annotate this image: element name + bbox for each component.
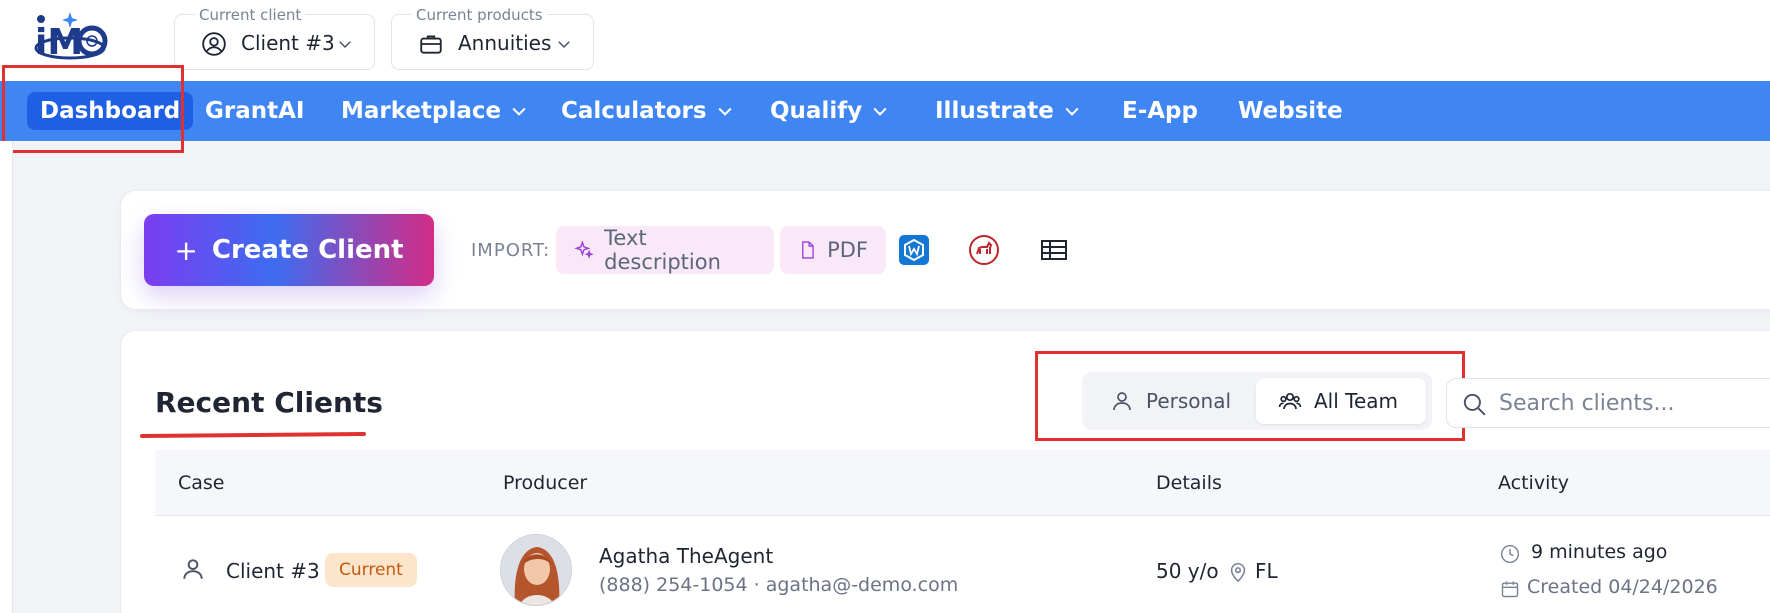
- imo-logo[interactable]: iM: [30, 8, 110, 66]
- producer-name: Agatha TheAgent: [599, 544, 774, 568]
- toggle-personal[interactable]: Personal: [1088, 378, 1260, 424]
- sparkles-icon: [574, 240, 594, 259]
- file-icon: [802, 241, 814, 259]
- users-icon: [1278, 392, 1302, 410]
- column-header-activity[interactable]: Activity: [1498, 472, 1569, 494]
- current-client-caption: Current client: [195, 6, 306, 24]
- nav-item-label: E-App: [1122, 98, 1198, 124]
- toggle-all-team[interactable]: All Team: [1256, 378, 1426, 424]
- user-icon: [1113, 392, 1131, 411]
- created-date: Created 04/24/2026: [1527, 576, 1718, 598]
- nav-item-marketplace[interactable]: Marketplace: [341, 81, 529, 141]
- import-label: IMPORT:: [471, 240, 551, 261]
- nav-item-dashboard[interactable]: Dashboard: [27, 81, 194, 141]
- column-header-details[interactable]: Details: [1156, 472, 1222, 494]
- chevron-down-icon: [1065, 107, 1079, 116]
- nav-item-label: Qualify: [770, 98, 863, 124]
- status-badge: Current: [325, 553, 417, 587]
- wealthbox-icon[interactable]: [898, 234, 930, 266]
- main-nav: Dashboard GrantAI Marketplace Calculator…: [0, 81, 1770, 141]
- search-icon: [1463, 393, 1486, 416]
- user-icon: [183, 559, 203, 579]
- top-header: iM Current client Client #3 Current prod…: [0, 0, 1770, 81]
- import-pdf-label: PDF: [827, 238, 868, 262]
- nav-item-illustrate[interactable]: Illustrate: [935, 81, 1082, 141]
- nav-item-e-app[interactable]: E-App: [1122, 81, 1198, 141]
- nav-item-label: Website: [1238, 98, 1343, 124]
- clock-icon: [1500, 544, 1520, 564]
- import-text-description-label: Text description: [604, 226, 721, 274]
- nav-item-label: Dashboard: [27, 92, 194, 130]
- scope-toggle: Personal All Team: [1082, 372, 1432, 430]
- chevron-down-icon: [512, 107, 526, 116]
- chevron-down-icon: [717, 107, 732, 116]
- nav-item-label: GrantAI: [205, 98, 305, 124]
- avatar: [500, 534, 572, 606]
- current-products-caption: Current products: [412, 6, 547, 24]
- redtail-dog-icon[interactable]: [968, 234, 1000, 266]
- nav-item-qualify[interactable]: Qualify: [770, 81, 890, 141]
- table-row[interactable]: Client #3 Current Agatha TheAgent (888) …: [155, 516, 1770, 613]
- toggle-all-team-label: All Team: [1314, 389, 1399, 413]
- import-pdf-button[interactable]: PDF: [780, 226, 886, 274]
- toggle-personal-label: Personal: [1146, 389, 1232, 413]
- user-circle-icon: [202, 32, 226, 56]
- nav-item-label: Marketplace: [341, 98, 502, 124]
- left-sidebar-strip: [0, 141, 13, 613]
- nav-item-grantai[interactable]: GrantAI: [205, 81, 304, 141]
- search-input[interactable]: [1499, 387, 1770, 419]
- briefcase-icon: [420, 35, 442, 54]
- producer-contact: (888) 254-1054 · agatha@-demo.com: [599, 574, 959, 596]
- search-box: [1446, 378, 1770, 428]
- import-text-description-button[interactable]: Text description: [556, 226, 774, 274]
- client-age: 50 y/o: [1156, 559, 1219, 583]
- current-products-value: Annuities: [458, 31, 552, 55]
- chevron-down-icon: [339, 41, 351, 49]
- case-name[interactable]: Client #3: [226, 559, 320, 583]
- nav-item-label: Calculators: [561, 98, 707, 124]
- client-state: FL: [1255, 559, 1278, 583]
- calendar-icon: [1501, 581, 1519, 598]
- current-products-picker[interactable]: Current products Annuities: [391, 6, 594, 70]
- nav-item-label: Illustrate: [935, 98, 1054, 124]
- column-header-case[interactable]: Case: [178, 472, 225, 494]
- last-activity: 9 minutes ago: [1531, 541, 1668, 563]
- chevron-down-icon: [873, 107, 887, 116]
- spreadsheet-icon[interactable]: [1038, 234, 1070, 266]
- table-header: Case Producer Details Activity: [155, 450, 1770, 516]
- section-title: Recent Clients: [155, 386, 383, 419]
- chevron-down-icon: [558, 41, 570, 49]
- current-client-picker[interactable]: Current client Client #3: [174, 6, 375, 70]
- column-header-producer[interactable]: Producer: [503, 472, 587, 494]
- create-client-label: Create Client: [211, 235, 404, 265]
- current-client-value: Client #3: [241, 31, 335, 55]
- svg-text:iM: iM: [35, 22, 83, 63]
- create-client-button[interactable]: + Create Client: [144, 214, 434, 286]
- plus-icon: +: [174, 233, 198, 267]
- nav-item-calculators[interactable]: Calculators: [561, 81, 735, 141]
- nav-item-website[interactable]: Website: [1238, 81, 1343, 141]
- location-pin-icon: [1230, 562, 1246, 583]
